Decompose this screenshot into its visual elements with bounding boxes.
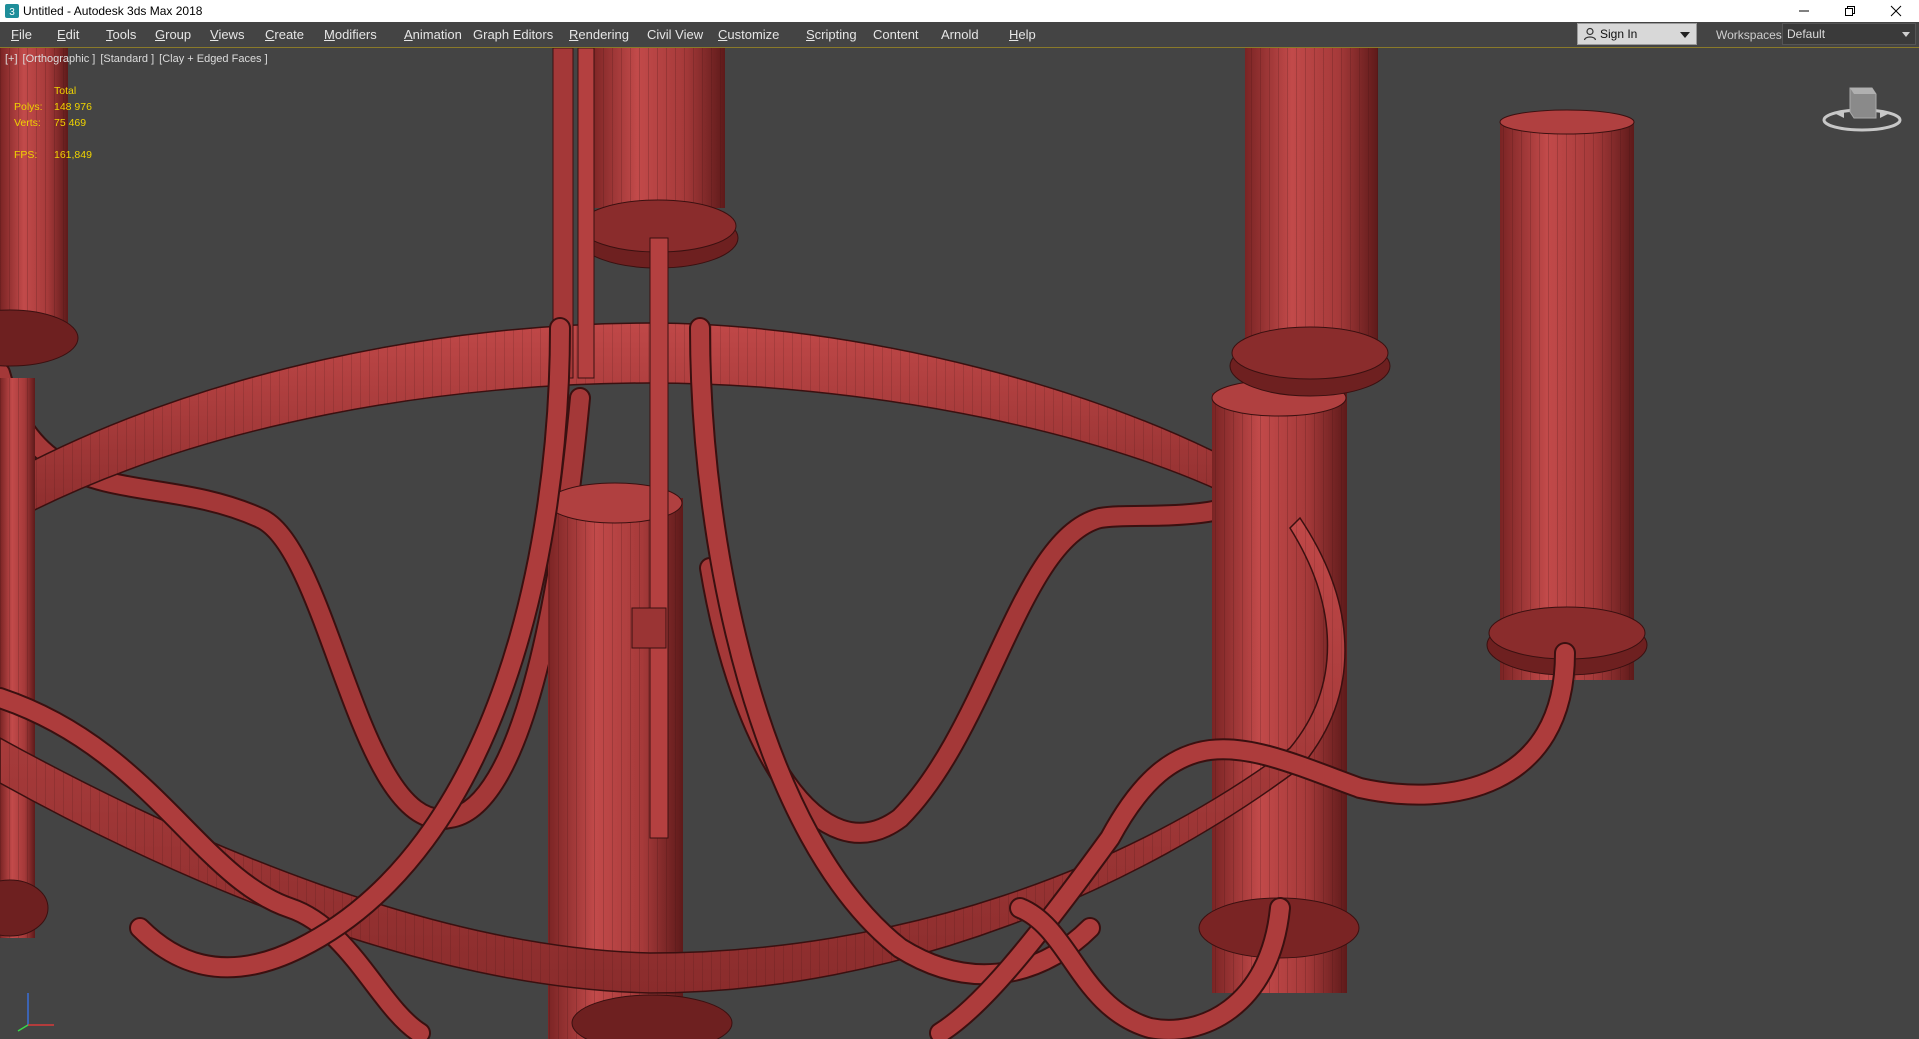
close-button[interactable]: [1873, 0, 1919, 22]
workspaces-label: Workspaces:: [1716, 28, 1786, 42]
menu-label-rest: ools: [112, 27, 137, 42]
menu-mnemonic: C: [265, 27, 275, 42]
close-icon: [1890, 5, 1902, 17]
menu-mnemonic: S: [806, 27, 815, 42]
stats-polys-value: 148 976: [54, 101, 92, 113]
menu-animation[interactable]: Animation: [404, 26, 462, 43]
restore-button[interactable]: [1827, 0, 1873, 22]
menu-customize[interactable]: Customize: [718, 26, 779, 43]
menu-arnold[interactable]: Arnold: [941, 26, 979, 43]
menu-modifiers[interactable]: Modifiers: [324, 26, 377, 43]
3ds-max-app-icon: 3: [5, 4, 19, 18]
workspace-value: Default: [1787, 27, 1826, 41]
perspective-viewport[interactable]: [+] [Orthographic ] [Standard ] [Clay + Edg…: [0, 48, 1919, 1039]
menu-label-rest: reate: [274, 27, 305, 42]
viewport-label[interactable]: [+] [Orthographic ] [Standard ] [Clay + Edg…: [5, 53, 273, 65]
chevron-down-icon: [1680, 32, 1690, 38]
menu-label-rest: ile: [18, 27, 32, 42]
stats-total-label: Total: [54, 85, 77, 97]
minimize-icon: [1799, 10, 1809, 12]
menu-label-rest: nimation: [412, 27, 462, 42]
menu-help[interactable]: Help: [1009, 26, 1036, 43]
viewport-shading-mode[interactable]: [Clay + Edged Faces ]: [159, 53, 268, 65]
viewcube-icon[interactable]: [1820, 80, 1904, 136]
menu-group[interactable]: Group: [155, 26, 191, 43]
stats-fps-label: FPS:: [14, 149, 38, 161]
menu-content[interactable]: Content: [873, 26, 919, 43]
menu-label-rest: odifiers: [334, 27, 377, 42]
minimize-button[interactable]: [1781, 0, 1827, 22]
stats-verts-label: Verts:: [14, 117, 41, 129]
user-icon: [1583, 27, 1597, 41]
viewport-shading-standard[interactable]: [Standard ]: [100, 53, 154, 65]
restore-icon: [1845, 6, 1855, 16]
menu-label-rest: endering: [578, 27, 629, 42]
stats-polys-label: Polys:: [14, 101, 43, 113]
menu-label-rest: iews: [218, 27, 245, 42]
window-title: Untitled - Autodesk 3ds Max 2018: [23, 4, 203, 18]
stats-verts-value: 75 469: [54, 117, 87, 129]
title-bar: 3 Untitled - Autodesk 3ds Max 2018: [0, 0, 1919, 22]
menu-mnemonic: H: [1009, 27, 1019, 42]
menu-scripting[interactable]: Scripting: [806, 26, 857, 43]
menu-views[interactable]: Views: [210, 26, 244, 43]
menu-label-rest: dit: [65, 27, 80, 42]
menu-rendering[interactable]: Rendering: [569, 26, 629, 43]
workspaces-select[interactable]: Default: [1782, 23, 1916, 45]
menu-file[interactable]: File: [11, 26, 32, 43]
chevron-down-icon: [1902, 32, 1910, 37]
menu-label-rest: elp: [1018, 27, 1036, 42]
menu-mnemonic: R: [569, 27, 579, 42]
menu-label-rest: ustomize: [727, 27, 780, 42]
svg-text:3: 3: [9, 7, 15, 18]
menu-mnemonic: A: [404, 27, 413, 42]
menu-create[interactable]: Create: [265, 26, 304, 43]
menu-mnemonic: F: [11, 27, 19, 42]
menu-bar: File Edit Tools Group Views Create Modifiers An…: [0, 22, 1919, 48]
menu-mnemonic: E: [57, 27, 66, 42]
axis-tripod-icon: [17, 993, 54, 1032]
menu-edit[interactable]: Edit: [57, 26, 79, 43]
viewport-menu-plus[interactable]: [+]: [5, 53, 18, 65]
menu-label-rest: roup: [165, 27, 192, 42]
menu-tools[interactable]: Tools: [106, 26, 136, 43]
menu-graph-editors[interactable]: Graph Editors: [473, 26, 553, 43]
menu-mnemonic: C: [718, 27, 728, 42]
menu-mnemonic: M: [324, 27, 335, 42]
sign-in-label: Sign In: [1600, 27, 1638, 41]
menu-label-rest: cripting: [814, 27, 857, 42]
stats-fps-value: 161,849: [54, 149, 92, 161]
sign-in-dropdown[interactable]: Sign In: [1577, 23, 1697, 45]
menu-civil-view[interactable]: Civil View: [647, 26, 703, 43]
viewport-point-of-view[interactable]: [Orthographic ]: [23, 53, 96, 65]
chandelier-model: [0, 48, 1648, 1039]
menu-mnemonic: G: [155, 27, 166, 42]
